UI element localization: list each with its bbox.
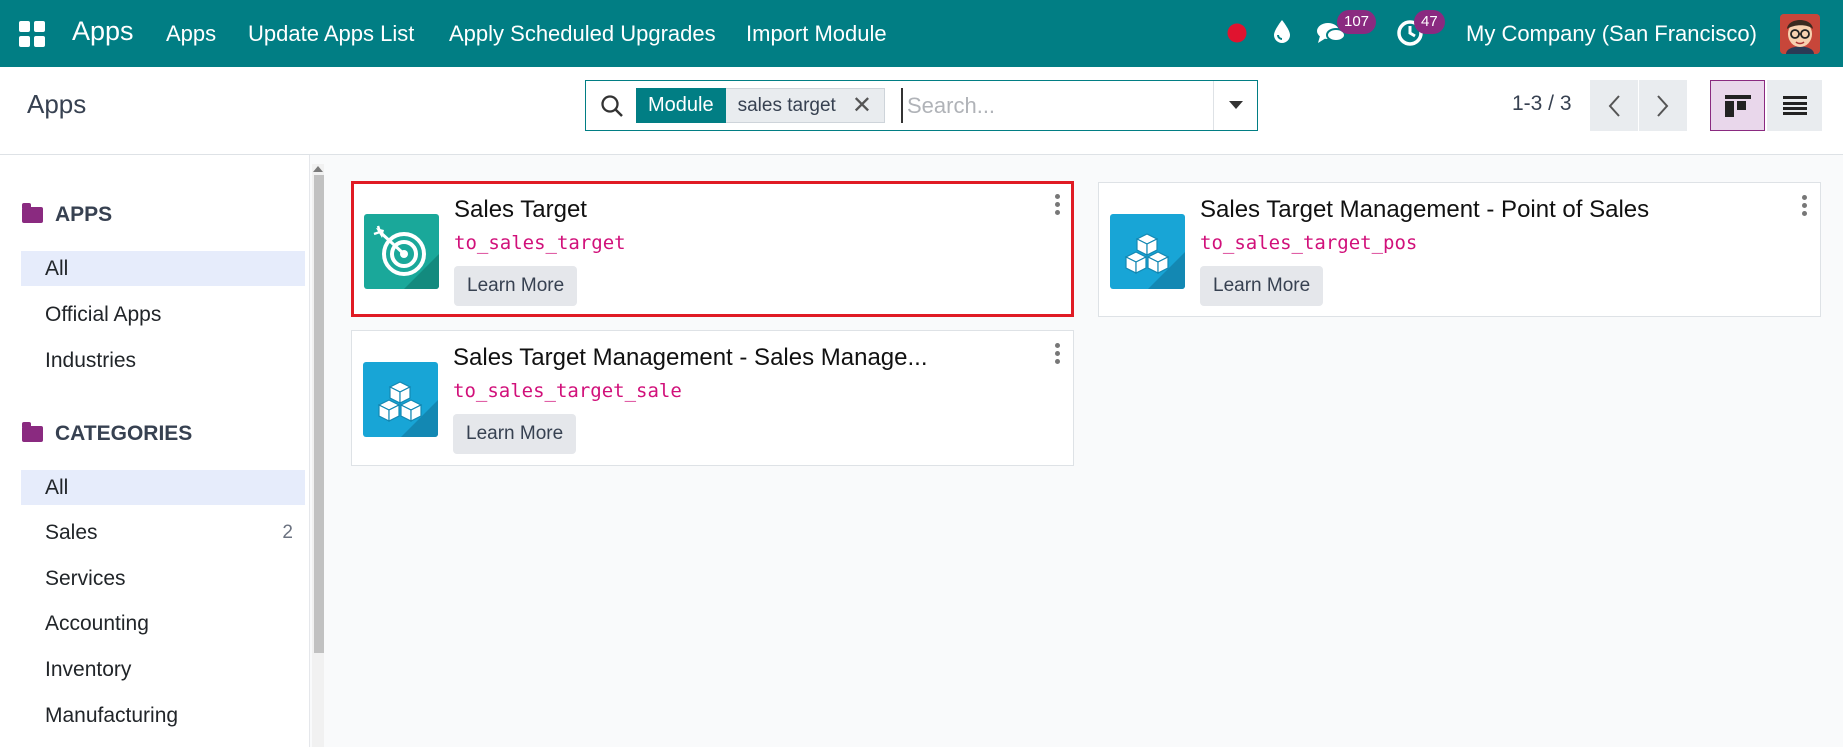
- pager-previous-button[interactable]: [1590, 80, 1638, 131]
- apps-section-heading: APPS: [22, 203, 112, 227]
- pager-next-button[interactable]: [1639, 80, 1687, 131]
- facet-value: sales target: [737, 95, 836, 116]
- card-menu-icon[interactable]: [1802, 195, 1808, 216]
- sidebar-scrollbar-thumb[interactable]: [314, 175, 324, 653]
- list-icon: [1782, 95, 1807, 115]
- folder-icon: [22, 422, 43, 442]
- sidebar-item-label: Accounting: [45, 612, 149, 635]
- app-card-sales-target-pos[interactable]: Sales Target Management - Point of Sales…: [1098, 182, 1821, 317]
- categories-section-heading: CATEGORIES: [22, 422, 192, 446]
- sidebar-item-label: Services: [45, 567, 126, 590]
- app-brand[interactable]: Apps: [72, 16, 134, 47]
- app-technical-name: to_sales_target_sale: [453, 380, 682, 402]
- drop-icon[interactable]: [1272, 19, 1292, 50]
- menu-import-module[interactable]: Import Module: [746, 21, 887, 47]
- pager-value[interactable]: 1-3 / 3: [1512, 92, 1572, 116]
- sidebar-item-apps-all[interactable]: All: [21, 251, 305, 286]
- sidebar-item-category-sales[interactable]: Sales 2: [21, 515, 305, 550]
- sidebar-item-category-manufacturing[interactable]: Manufacturing: [21, 698, 305, 733]
- facet-label: Module: [636, 88, 726, 123]
- app-card-sales-target-sale[interactable]: Sales Target Management - Sales Manage..…: [351, 330, 1074, 466]
- target-icon: [364, 214, 439, 289]
- learn-more-button[interactable]: Learn More: [453, 414, 577, 454]
- chevron-left-icon: [1608, 94, 1620, 117]
- folder-icon: [22, 203, 43, 223]
- search-icon[interactable]: [600, 94, 624, 123]
- sidebar-item-category-services[interactable]: Services: [21, 561, 305, 596]
- menu-apply-scheduled-upgrades[interactable]: Apply Scheduled Upgrades: [449, 21, 716, 47]
- learn-more-button[interactable]: Learn More: [454, 266, 578, 306]
- sidebar-item-count: 2: [282, 522, 293, 543]
- scroll-up-arrow-icon[interactable]: [313, 166, 323, 172]
- card-menu-icon[interactable]: [1055, 343, 1061, 364]
- activities-badge: 47: [1414, 10, 1445, 34]
- sidebar-item-industries[interactable]: Industries: [21, 343, 305, 378]
- sidebar-item-category-inventory[interactable]: Inventory: [21, 652, 305, 687]
- sidebar-item-official-apps[interactable]: Official Apps: [21, 297, 305, 332]
- app-title: Sales Target: [454, 196, 587, 223]
- sidebar-item-label: Inventory: [45, 658, 132, 681]
- search-bar[interactable]: Module sales target ✕: [585, 80, 1258, 131]
- search-facet: Module sales target ✕: [636, 88, 885, 123]
- categories-heading-label: CATEGORIES: [55, 422, 193, 445]
- top-navbar: Apps Apps Update Apps List Apply Schedul…: [0, 0, 1843, 67]
- app-card-sales-target[interactable]: Sales Target to_sales_target Learn More: [351, 181, 1074, 317]
- control-panel: Apps Module sales target ✕ 1-3 / 3: [0, 67, 1843, 155]
- messages-badge: 107: [1337, 10, 1377, 34]
- kanban-icon: [1724, 94, 1751, 117]
- app-technical-name: to_sales_target_pos: [1200, 232, 1418, 254]
- recording-dot-icon[interactable]: [1227, 23, 1247, 48]
- app-title: Sales Target Management - Sales Manage..…: [453, 344, 928, 371]
- remove-facet-icon[interactable]: ✕: [852, 88, 872, 123]
- cubes-icon: [1110, 214, 1185, 289]
- card-menu-icon[interactable]: [1055, 194, 1061, 215]
- sidebar-item-label: Sales: [45, 521, 98, 544]
- menu-update-apps-list[interactable]: Update Apps List: [248, 21, 414, 47]
- list-view-button[interactable]: [1767, 80, 1822, 131]
- filter-sidebar: APPS All Official Apps Industries CATEGO…: [0, 155, 310, 747]
- search-input[interactable]: [901, 88, 1201, 123]
- cubes-icon: [363, 362, 438, 437]
- sidebar-item-label: All: [45, 476, 69, 499]
- caret-down-icon: [1228, 101, 1243, 109]
- kanban-view-button[interactable]: [1710, 80, 1765, 131]
- learn-more-button[interactable]: Learn More: [1200, 266, 1324, 306]
- page-title: Apps: [27, 89, 87, 119]
- app-technical-name: to_sales_target: [454, 232, 626, 254]
- company-switcher[interactable]: My Company (San Francisco): [1466, 21, 1757, 47]
- user-avatar[interactable]: [1780, 14, 1820, 54]
- apps-heading-label: APPS: [55, 203, 113, 226]
- sidebar-item-label: Manufacturing: [45, 704, 179, 727]
- app-menu-grid-icon[interactable]: [19, 21, 45, 47]
- chevron-right-icon: [1657, 94, 1669, 117]
- facet-value-box: sales target ✕: [725, 88, 885, 123]
- app-title: Sales Target Management - Point of Sales: [1200, 196, 1650, 223]
- sidebar-item-category-accounting[interactable]: Accounting: [21, 606, 305, 641]
- menu-apps[interactable]: Apps: [166, 21, 216, 47]
- sidebar-item-category-all[interactable]: All: [21, 470, 305, 505]
- search-options-toggle[interactable]: [1213, 81, 1257, 130]
